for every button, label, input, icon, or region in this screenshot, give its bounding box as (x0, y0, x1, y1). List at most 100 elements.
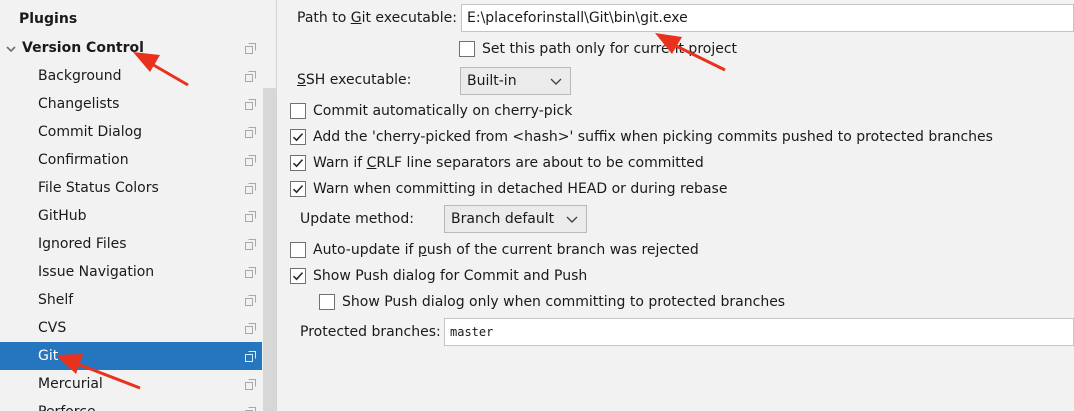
project-level-icon (245, 295, 256, 306)
ssh-executable-select[interactable]: Built-in (460, 67, 571, 95)
tree-item-label: Perforce (38, 404, 96, 411)
label-mnemonic: p (417, 242, 427, 258)
checkbox-box[interactable] (290, 155, 306, 171)
tree-item-label: Commit Dialog (38, 124, 143, 140)
checkbox-box[interactable] (290, 181, 306, 197)
tree-item-label: File Status Colors (38, 180, 159, 196)
checkbox-label: Commit automatically on cherry-pick (313, 103, 573, 119)
tree-item-label: Changelists (38, 96, 120, 112)
tree-item-issue-navigation[interactable]: Issue Navigation (0, 258, 262, 286)
label-mnemonic: G (350, 10, 362, 26)
checkbox-label: Add the 'cherry-picked from <hash>' suff… (313, 129, 993, 145)
tree-item-plugins[interactable]: Plugins (0, 5, 262, 33)
label-mnemonic: C (366, 155, 377, 171)
checkbox-box[interactable] (459, 41, 475, 57)
tree-item-ignored-files[interactable]: Ignored Files (0, 230, 262, 258)
settings-window: Plugins Version Control Background Change… (0, 0, 1074, 411)
git-path-value: E:\placeforinstall\Git\bin\git.exe (467, 10, 688, 26)
update-method-value: Branch default (451, 211, 555, 227)
protected-branches-input[interactable]: master (444, 318, 1074, 346)
show-push-dialog-protected-only-checkbox[interactable]: Show Push dialog only when committing to… (319, 291, 785, 313)
checkbox-label: Warn when committing in detached HEAD or… (313, 181, 728, 197)
checkbox-box[interactable] (290, 268, 306, 284)
project-level-icon (245, 183, 256, 194)
tree-item-label: Version Control (22, 40, 144, 56)
project-level-icon (245, 267, 256, 278)
tree-item-label: Plugins (19, 11, 78, 27)
checkbox-box[interactable] (290, 129, 306, 145)
label-mnemonic: S (297, 72, 306, 88)
project-level-icon (245, 379, 256, 390)
checkmark-icon (292, 272, 304, 281)
label-part: Warn if (313, 155, 367, 171)
checkbox-label: Show Push dialog only when committing to… (342, 294, 786, 310)
project-level-icon (245, 71, 256, 82)
path-to-git-label: Path to Git executable: (297, 10, 457, 26)
ssh-executable-label: SSH executable: (297, 72, 411, 88)
label-part: RLF line separators are about to be comm… (376, 155, 704, 171)
label-part: SH executable: (305, 72, 412, 88)
project-level-icon (245, 99, 256, 110)
update-method-select[interactable]: Branch default (444, 205, 587, 233)
chevron-down-icon[interactable] (6, 44, 16, 54)
tree-item-commit-dialog[interactable]: Commit Dialog (0, 118, 262, 146)
tree-item-confirmation[interactable]: Confirmation (0, 146, 262, 174)
sidebar-scrollbar-thumb[interactable] (263, 88, 276, 411)
project-level-icon (245, 407, 256, 411)
tree-item-file-status-colors[interactable]: File Status Colors (0, 174, 262, 202)
tree-item-label: Ignored Files (38, 236, 127, 252)
tree-item-perforce[interactable]: Perforce (0, 398, 262, 411)
tree-item-cvs[interactable]: CVS (0, 314, 262, 342)
checkbox-box[interactable] (319, 294, 335, 310)
tree-item-label: GitHub (38, 208, 87, 224)
tree-item-git[interactable]: Git (0, 342, 262, 370)
project-level-icon (245, 43, 256, 54)
project-level-icon (245, 155, 256, 166)
tree-item-label: Background (38, 68, 122, 84)
label-part: it executable: (361, 10, 457, 26)
chevron-down-icon (550, 78, 562, 85)
git-path-input[interactable]: E:\placeforinstall\Git\bin\git.exe (461, 4, 1074, 32)
checkmark-icon (292, 133, 304, 142)
settings-tree: Plugins Version Control Background Change… (0, 0, 277, 411)
commit-auto-cherry-pick-checkbox[interactable]: Commit automatically on cherry-pick (290, 100, 572, 122)
show-push-dialog-checkbox[interactable]: Show Push dialog for Commit and Push (290, 265, 587, 287)
tree-item-label: Shelf (38, 292, 74, 308)
project-level-icon (245, 239, 256, 250)
label-part: Auto-update if (313, 242, 418, 258)
protected-branches-value: master (450, 325, 494, 339)
label-part: ush of the current branch was rejected (426, 242, 699, 258)
checkbox-box[interactable] (290, 103, 306, 119)
cherry-picked-suffix-checkbox[interactable]: Add the 'cherry-picked from <hash>' suff… (290, 126, 993, 148)
protected-branches-label: Protected branches: (300, 324, 441, 340)
tree-item-label: Confirmation (38, 152, 129, 168)
tree-item-changelists[interactable]: Changelists (0, 90, 262, 118)
project-level-icon (245, 127, 256, 138)
checkbox-box[interactable] (290, 242, 306, 258)
project-level-icon (245, 323, 256, 334)
tree-item-github[interactable]: GitHub (0, 202, 262, 230)
tree-item-mercurial[interactable]: Mercurial (0, 370, 262, 398)
tree-item-version-control[interactable]: Version Control (0, 34, 262, 62)
ssh-executable-value: Built-in (467, 73, 517, 89)
checkbox-label: Set this path only for current project (482, 41, 738, 57)
tree-item-label: Git (38, 348, 59, 364)
checkmark-icon (292, 185, 304, 194)
git-settings-panel: Path to Git executable: E:\placeforinsta… (278, 0, 1074, 411)
detached-head-warn-checkbox[interactable]: Warn when committing in detached HEAD or… (290, 178, 727, 200)
chevron-down-icon (566, 216, 578, 223)
checkbox-label: Warn if CRLF line separators are about t… (313, 155, 704, 171)
label-part: Path to (297, 10, 351, 26)
path-current-project-checkbox[interactable]: Set this path only for current project (459, 38, 737, 60)
tree-item-label: Mercurial (38, 376, 103, 392)
project-level-icon (245, 211, 256, 222)
tree-item-background[interactable]: Background (0, 62, 262, 90)
project-level-icon (245, 351, 256, 362)
checkbox-label: Auto-update if push of the current branc… (313, 242, 699, 258)
update-method-label: Update method: (300, 211, 414, 227)
crlf-warn-checkbox[interactable]: Warn if CRLF line separators are about t… (290, 152, 704, 174)
tree-item-label: CVS (38, 320, 67, 336)
tree-item-shelf[interactable]: Shelf (0, 286, 262, 314)
auto-update-push-rejected-checkbox[interactable]: Auto-update if push of the current branc… (290, 239, 699, 261)
tree-item-label: Issue Navigation (38, 264, 155, 280)
